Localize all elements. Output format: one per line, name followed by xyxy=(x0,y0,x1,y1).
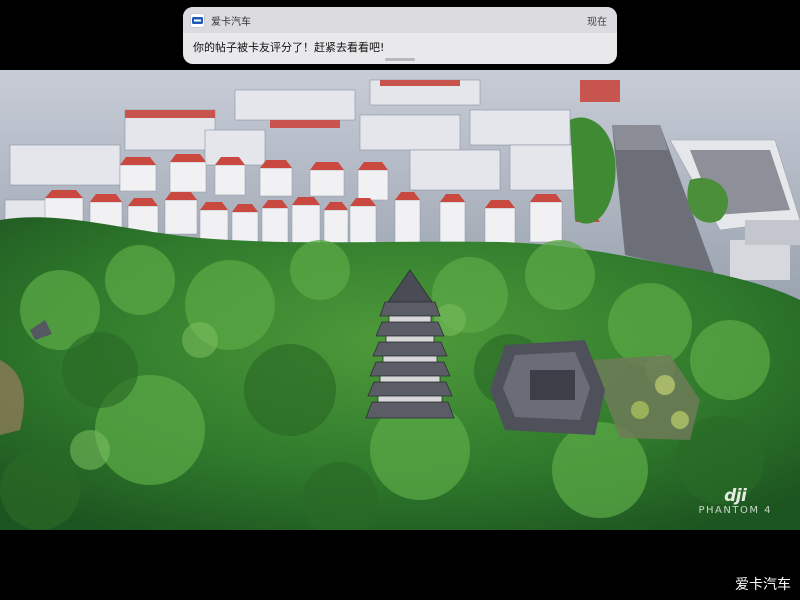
dji-watermark: dji PHANTOM 4 xyxy=(698,487,772,517)
dji-product-name: PHANTOM 4 xyxy=(698,505,772,516)
dji-logo: dji xyxy=(724,486,747,506)
notification-grabber[interactable] xyxy=(385,58,415,61)
site-watermark: 爱卡汽车 xyxy=(735,577,791,593)
push-notification[interactable]: 爱卡汽车 现在 你的帖子被卡友评分了！赶紧去看看吧! xyxy=(183,7,617,64)
video-frame[interactable]: dji PHANTOM 4 xyxy=(0,70,800,530)
notification-time: 现在 xyxy=(587,16,607,28)
notification-app-name: 爱卡汽车 xyxy=(211,16,251,28)
screen: 爱卡汽车 现在 你的帖子被卡友评分了！赶紧去看看吧! dji PHANTOM 4… xyxy=(0,0,800,600)
notification-header: 爱卡汽车 现在 xyxy=(183,7,617,33)
notification-message: 你的帖子被卡友评分了！赶紧去看看吧! xyxy=(193,41,385,54)
aika-app-icon xyxy=(190,12,205,28)
aerial-scene-image xyxy=(0,70,800,530)
